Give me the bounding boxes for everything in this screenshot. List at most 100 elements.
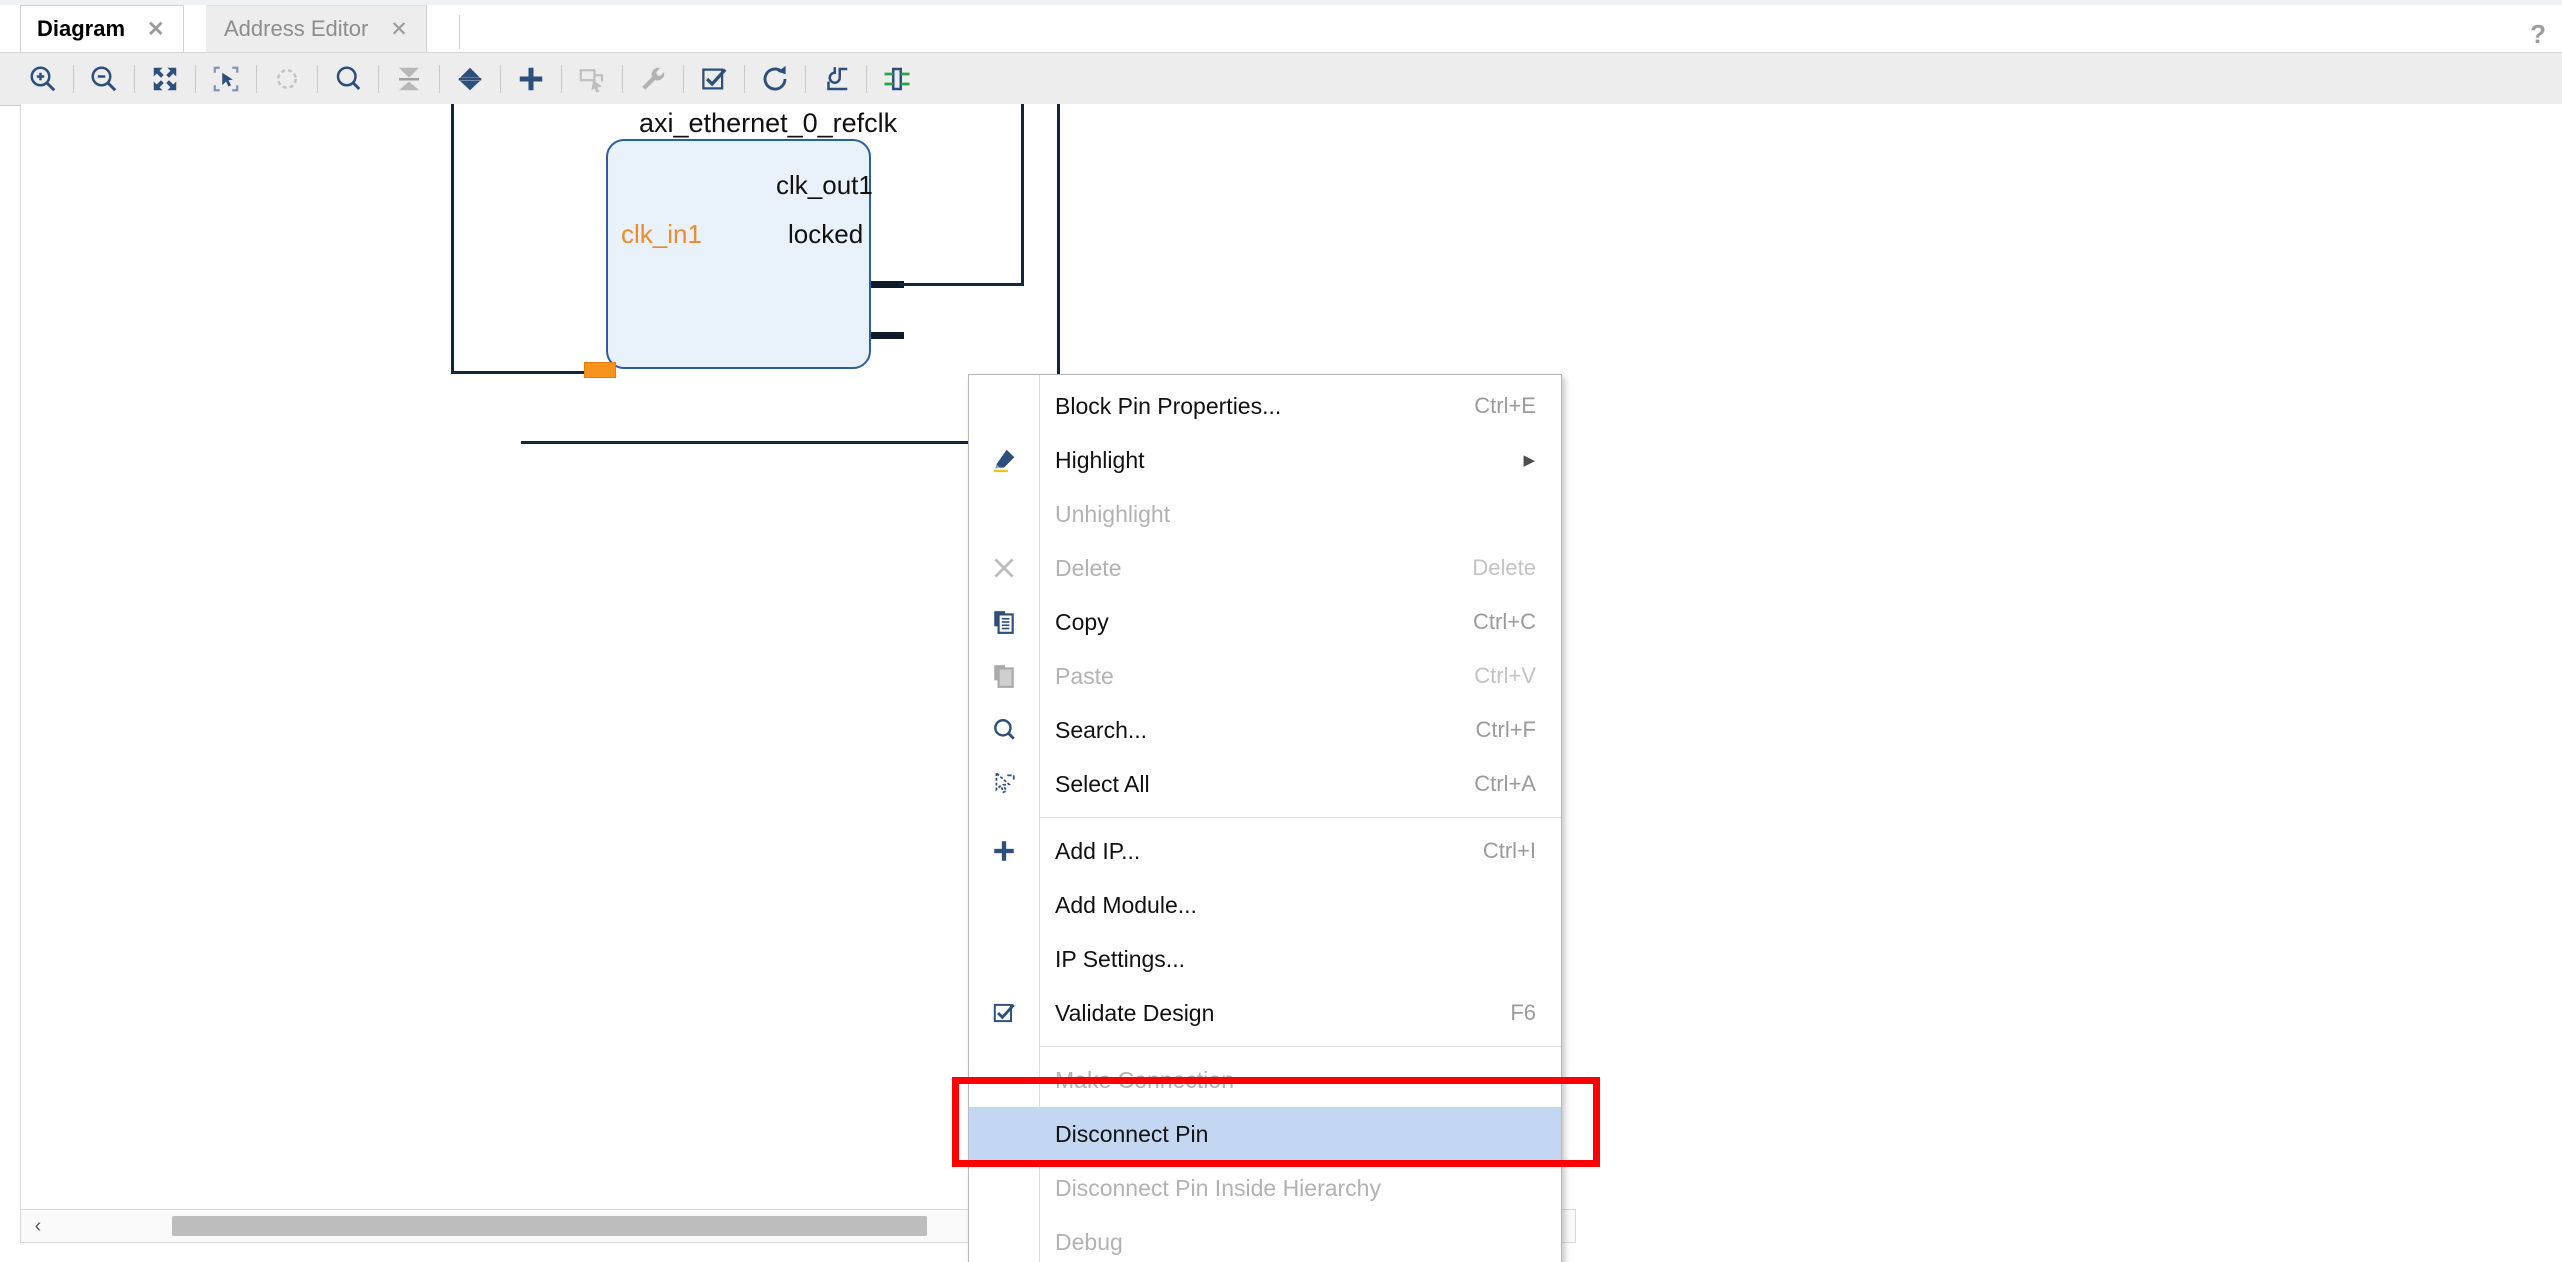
close-icon[interactable]: ✕ xyxy=(390,19,408,40)
close-icon[interactable]: ✕ xyxy=(147,19,165,40)
search-icon xyxy=(969,703,1039,757)
toolbar-separator xyxy=(561,65,562,93)
toolbar-separator xyxy=(195,65,196,93)
zoom-fit-icon[interactable] xyxy=(142,53,188,105)
tab-diagram-label: Diagram xyxy=(37,16,126,41)
optimize-routing-icon[interactable] xyxy=(813,53,859,105)
add-ip-icon[interactable] xyxy=(508,53,554,105)
toolbar-separator xyxy=(805,65,806,93)
toolbar-separator xyxy=(378,65,379,93)
context-menu-item-shortcut: Delete xyxy=(1472,555,1536,580)
context-menu-item-add-module[interactable]: Add Module... xyxy=(969,878,1561,932)
context-menu-item-label: IP Settings... xyxy=(1055,945,1185,972)
toolbar-separator xyxy=(317,65,318,93)
toolbar-separator xyxy=(73,65,74,93)
pin-label-clk-in1[interactable]: clk_in1 xyxy=(621,219,702,250)
context-menu-item-shortcut: Ctrl+A xyxy=(1474,771,1536,796)
horizontal-scrollbar-thumb[interactable] xyxy=(172,1216,927,1236)
context-menu-item-shortcut: Ctrl+E xyxy=(1474,393,1536,418)
context-menu-item-highlight[interactable]: Highlight ▶ xyxy=(969,433,1561,487)
context-menu-separator xyxy=(1039,817,1561,818)
context-menu-item-label: Paste xyxy=(1055,662,1114,689)
wrench-settings-icon[interactable] xyxy=(630,53,676,105)
context-menu-item-label: Select All xyxy=(1055,770,1150,797)
copy-icon xyxy=(969,595,1039,649)
context-menu-item-delete: Delete Delete xyxy=(969,541,1561,595)
select-all-cursor-icon xyxy=(969,757,1039,811)
tab-bar-left-padding xyxy=(0,5,20,52)
collapse-all-icon[interactable] xyxy=(386,53,432,105)
context-menu-item-search[interactable]: Search... Ctrl+F xyxy=(969,703,1561,757)
selected-pin-marker-clk-in1[interactable] xyxy=(584,362,616,378)
zoom-out-icon[interactable] xyxy=(81,53,127,105)
context-menu-item-label: Copy xyxy=(1055,608,1109,635)
context-menu-item-label: Disconnect Pin Inside Hierarchy xyxy=(1055,1174,1381,1201)
toolbar-separator xyxy=(256,65,257,93)
tab-address-editor-label: Address Editor xyxy=(224,16,369,41)
net-wire-clk-out1-horizontal xyxy=(899,283,1024,286)
search-icon[interactable] xyxy=(325,53,371,105)
regenerate-layout-icon[interactable] xyxy=(752,53,798,105)
context-menu-item-label: Add Module... xyxy=(1055,891,1197,918)
zoom-area-icon[interactable] xyxy=(203,53,249,105)
tab-bar: Diagram ✕ Address Editor ✕ ? xyxy=(0,5,2562,52)
delete-x-icon xyxy=(969,541,1039,595)
tab-address-editor[interactable]: Address Editor ✕ xyxy=(206,5,427,52)
toolbar-separator xyxy=(622,65,623,93)
paste-icon xyxy=(969,649,1039,703)
pin-label-clk-out1[interactable]: clk_out1 xyxy=(776,170,873,201)
diagram-toolbar xyxy=(0,52,2562,106)
context-menu-item-label: Block Pin Properties... xyxy=(1055,392,1282,419)
validate-check-icon xyxy=(969,986,1039,1040)
context-menu-item-label: Debug xyxy=(1055,1228,1123,1255)
context-menu-item-shortcut: F6 xyxy=(1510,1000,1536,1025)
context-menu-item-shortcut: Ctrl+C xyxy=(1473,609,1536,634)
context-menu-item-block-pin-properties[interactable]: Block Pin Properties... Ctrl+E xyxy=(969,379,1561,433)
context-menu-item-shortcut: Ctrl+V xyxy=(1474,663,1536,688)
context-menu-item-select-all[interactable]: Select All Ctrl+A xyxy=(969,757,1561,811)
pin-context-menu[interactable]: Block Pin Properties... Ctrl+E Highlight ▶ U… xyxy=(968,374,1562,1262)
add-plus-icon xyxy=(969,824,1039,878)
context-menu-item-shortcut: Ctrl+I xyxy=(1482,838,1536,863)
toolbar-separator xyxy=(744,65,745,93)
zoom-in-icon[interactable] xyxy=(20,53,66,105)
show-interface-icon[interactable] xyxy=(874,53,920,105)
tab-diagram[interactable]: Diagram ✕ xyxy=(20,5,184,52)
toolbar-separator xyxy=(866,65,867,93)
net-wire-left-vertical xyxy=(451,104,454,374)
context-menu-item-label: Disconnect Pin xyxy=(1055,1120,1209,1147)
context-menu-item-label: Highlight xyxy=(1055,446,1145,473)
context-menu-item-validate-design[interactable]: Validate Design F6 xyxy=(969,986,1561,1040)
context-menu-item-shortcut: Ctrl+F xyxy=(1475,717,1537,742)
vivado-block-design-window: Diagram ✕ Address Editor ✕ ? axi_etherne… xyxy=(0,0,2562,1262)
net-wire-clk-out1-vertical xyxy=(1021,104,1024,285)
expand-all-icon[interactable] xyxy=(447,53,493,105)
context-menu-item-label: Delete xyxy=(1055,554,1122,581)
toolbar-separator xyxy=(439,65,440,93)
help-question-icon[interactable]: ? xyxy=(2530,19,2546,50)
context-menu-item-unhighlight: Unhighlight xyxy=(969,487,1561,541)
context-menu-item-label: Make Connection xyxy=(1055,1066,1234,1093)
refocus-icon[interactable] xyxy=(264,53,310,105)
pin-label-locked[interactable]: locked xyxy=(788,219,863,250)
context-menu-item-paste: Paste Ctrl+V xyxy=(969,649,1561,703)
context-menu-item-ip-settings[interactable]: IP Settings... xyxy=(969,932,1561,986)
context-menu-item-add-ip[interactable]: Add IP... Ctrl+I xyxy=(969,824,1561,878)
canvas-right-background xyxy=(1577,104,2562,1262)
context-menu-item-make-connection: Make Connection xyxy=(969,1053,1561,1107)
context-menu-item-disconnect-pin[interactable]: Disconnect Pin xyxy=(969,1107,1561,1161)
block-title: axi_ethernet_0_refclk xyxy=(639,108,898,138)
context-menu-item-copy[interactable]: Copy Ctrl+C xyxy=(969,595,1561,649)
context-menu-item-label: Unhighlight xyxy=(1055,500,1171,527)
toolbar-separator xyxy=(500,65,501,93)
validate-design-icon[interactable] xyxy=(691,53,737,105)
context-menu-item-label: Validate Design xyxy=(1055,999,1215,1026)
highlighter-icon xyxy=(969,433,1039,487)
scroll-left-arrow-icon[interactable]: ‹ xyxy=(21,1210,55,1242)
pin-stub-locked xyxy=(870,332,904,339)
context-menu-item-label: Search... xyxy=(1055,716,1148,743)
create-hierarchy-icon[interactable] xyxy=(569,53,615,105)
context-menu-separator xyxy=(1039,1046,1561,1047)
chevron-right-icon: ▶ xyxy=(1523,452,1535,469)
toolbar-separator xyxy=(683,65,684,93)
